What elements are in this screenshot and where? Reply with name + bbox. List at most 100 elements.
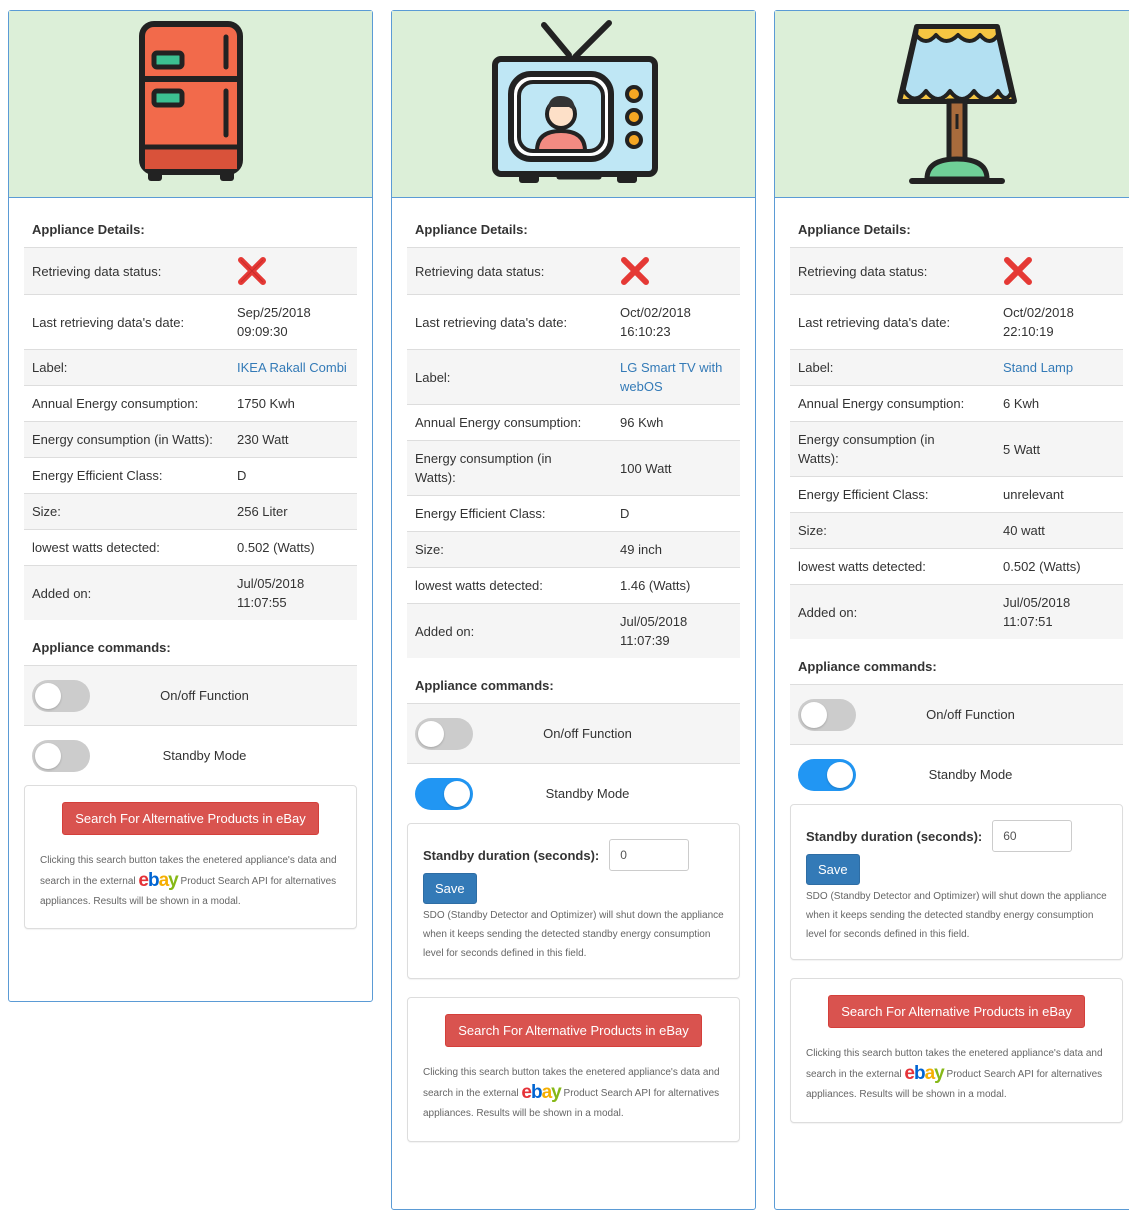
row-key: Last retrieving data's date: [407, 294, 612, 350]
standby-duration-panel: Standby duration (seconds): Save SDO (St… [790, 804, 1123, 960]
table-row: Last retrieving data's date: Sep/25/2018… [24, 294, 357, 350]
table-row: Label: LG Smart TV with webOS [407, 349, 740, 405]
appliance-commands-title: Appliance commands: [798, 659, 937, 674]
appliance-card-lamp: Appliance Details: Retrieving data statu… [774, 10, 1129, 1210]
row-value: unrelevant [995, 476, 1123, 513]
row-value: 1750 Kwh [229, 385, 357, 422]
ebay-search-panel: Search For Alternative Products in eBay … [407, 997, 740, 1142]
table-row: Annual Energy consumption: 1750 Kwh [24, 385, 357, 422]
lamp-icon [896, 24, 1017, 184]
ebay-search-panel: Search For Alternative Products in eBay … [790, 978, 1123, 1123]
table-row: Added on: Jul/05/2018 11:07:39 [407, 603, 740, 658]
standby-duration-row: Standby duration (seconds): [423, 839, 724, 871]
fridge-icon [138, 21, 243, 181]
standby-toggle[interactable] [798, 758, 856, 791]
row-key: Annual Energy consumption: [790, 385, 995, 422]
standby-duration-label: Standby duration (seconds): [806, 828, 983, 844]
standby-row: Standby Mode [407, 763, 740, 823]
table-row: Added on: Jul/05/2018 11:07:55 [24, 565, 357, 620]
details-table: Retrieving data status: Last retrieving … [790, 247, 1123, 639]
row-value: 40 watt [995, 512, 1123, 549]
appliance-commands-title: Appliance commands: [32, 640, 171, 655]
row-value: D [612, 495, 740, 532]
red-x-icon [1004, 257, 1032, 285]
ebay-logo-a: a [158, 870, 170, 891]
red-x-icon [238, 257, 266, 285]
label-link[interactable]: IKEA Rakall Combi [237, 360, 347, 375]
appliance-card-tv: Appliance Details: Retrieving data statu… [391, 10, 756, 1210]
table-row: Energy consumption (in Watts): 230 Watt [24, 421, 357, 458]
onoff-toggle[interactable] [798, 698, 856, 731]
row-key: Last retrieving data's date: [24, 294, 229, 350]
row-key: Energy consumption (in Watts): [407, 440, 612, 496]
ebay-logo-e: e [904, 1063, 915, 1084]
appliance-commands-title: Appliance commands: [415, 678, 554, 693]
standby-toggle[interactable] [415, 777, 473, 810]
table-row: Energy consumption (in Watts): 100 Watt [407, 440, 740, 496]
row-value: IKEA Rakall Combi [229, 349, 357, 386]
row-value: Stand Lamp [995, 349, 1123, 386]
appliance-card-fridge: Appliance Details: Retrieving data statu… [8, 10, 373, 1002]
row-key: Energy consumption (in Watts): [24, 421, 229, 458]
onoff-row: On/off Function [790, 684, 1123, 744]
standby-toggle[interactable] [32, 739, 90, 772]
row-value: 0.502 (Watts) [229, 529, 357, 566]
row-value: 5 Watt [995, 421, 1123, 477]
row-key: Size: [790, 512, 995, 549]
status-key: Retrieving data status: [407, 247, 612, 295]
row-key: Size: [24, 493, 229, 530]
table-row: Retrieving data status: [24, 247, 357, 295]
label-link[interactable]: LG Smart TV with webOS [620, 360, 722, 394]
ebay-search-button[interactable]: Search For Alternative Products in eBay [828, 995, 1085, 1028]
save-button[interactable]: Save [423, 873, 477, 904]
table-row: Last retrieving data's date: Oct/02/2018… [407, 294, 740, 350]
toggle-knob [35, 682, 61, 709]
row-value: 230 Watt [229, 421, 357, 458]
row-value: Jul/05/2018 11:07:51 [995, 584, 1123, 639]
ebay-search-button[interactable]: Search For Alternative Products in eBay [62, 802, 319, 835]
row-key: Energy Efficient Class: [790, 476, 995, 513]
ebay-logo-y: y [551, 1082, 562, 1103]
standby-duration-row: Standby duration (seconds): [806, 820, 1107, 852]
row-value: Jul/05/2018 11:07:55 [229, 565, 357, 620]
tv-icon [491, 20, 658, 183]
ebay-search-button[interactable]: Search For Alternative Products in eBay [445, 1014, 702, 1047]
ebay-search-panel: Search For Alternative Products in eBay … [24, 785, 357, 929]
toggle-knob [444, 780, 470, 807]
table-row: Size: 256 Liter [24, 493, 357, 530]
card-image [9, 11, 372, 198]
status-value [229, 247, 357, 295]
row-value: D [229, 457, 357, 494]
ebay-logo-a: a [924, 1063, 936, 1084]
row-value: Oct/02/2018 22:10:19 [995, 294, 1123, 350]
appliance-details-title: Appliance Details: [415, 222, 528, 237]
row-value: 1.46 (Watts) [612, 567, 740, 604]
table-row: Energy Efficient Class: D [407, 495, 740, 532]
toggle-knob [418, 720, 444, 747]
table-row: Energy consumption (in Watts): 5 Watt [790, 421, 1123, 477]
standby-row: Standby Mode [24, 725, 357, 785]
table-row: Energy Efficient Class: unrelevant [790, 476, 1123, 513]
card-image [775, 11, 1129, 198]
ebay-logo: ebay [138, 870, 178, 891]
row-key: Annual Energy consumption: [407, 404, 612, 441]
standby-duration-input[interactable] [992, 820, 1073, 852]
onoff-toggle[interactable] [32, 679, 90, 712]
table-row: Label: Stand Lamp [790, 349, 1123, 386]
row-value: Jul/05/2018 11:07:39 [612, 603, 740, 658]
standby-duration-label: Standby duration (seconds): [423, 847, 600, 863]
ebay-search-help: Clicking this search button takes the en… [423, 1063, 724, 1126]
save-button[interactable]: Save [806, 854, 860, 885]
row-value: 0.502 (Watts) [995, 548, 1123, 585]
ebay-logo: ebay [521, 1082, 562, 1103]
row-key: Added on: [24, 565, 229, 620]
standby-duration-panel: Standby duration (seconds): Save SDO (St… [407, 823, 740, 979]
label-link[interactable]: Stand Lamp [1003, 360, 1073, 375]
onoff-toggle[interactable] [415, 717, 473, 750]
table-row: lowest watts detected: 1.46 (Watts) [407, 567, 740, 604]
standby-duration-input[interactable] [609, 839, 690, 871]
ebay-logo-y: y [934, 1063, 945, 1084]
onoff-row: On/off Function [407, 703, 740, 763]
status-key: Retrieving data status: [24, 247, 229, 295]
table-row: lowest watts detected: 0.502 (Watts) [790, 548, 1123, 585]
